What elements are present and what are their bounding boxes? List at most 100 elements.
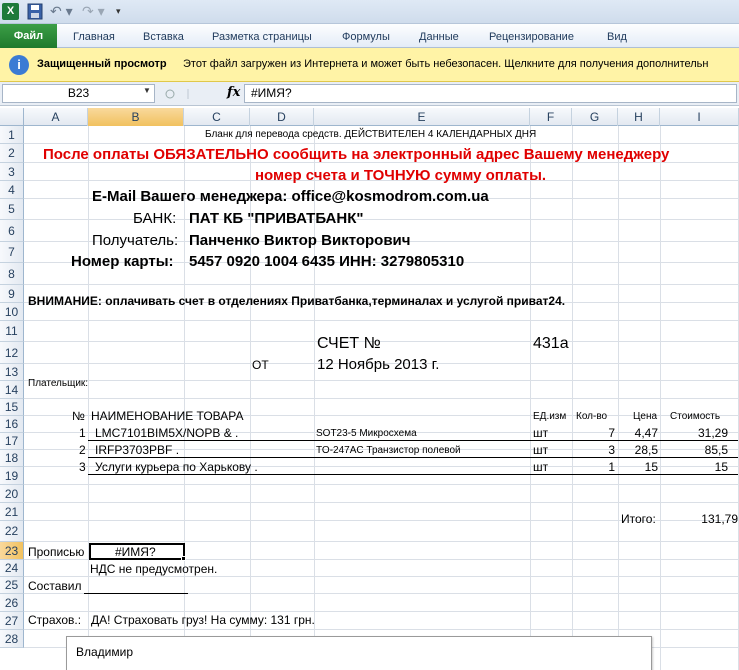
item-no[interactable]: 3: [79, 460, 86, 474]
item-price[interactable]: 15: [618, 460, 658, 474]
tab-page-layout[interactable]: Разметка страницы: [212, 28, 312, 46]
customize-toolbar-icon[interactable]: ▾: [116, 3, 126, 20]
formula-input[interactable]: #ИМЯ?: [244, 84, 737, 103]
tab-review[interactable]: Рецензирование: [489, 28, 574, 46]
row-header-22[interactable]: 22: [0, 521, 24, 542]
cell-recipient-value[interactable]: Панченко Виктор Викторович: [189, 232, 410, 249]
row-header-5[interactable]: 5: [0, 199, 24, 220]
row-header-9[interactable]: 9: [0, 285, 24, 303]
cell-payer-label[interactable]: Плательщик:: [28, 378, 88, 389]
item-desc[interactable]: SOT23-5 Микросхема: [316, 428, 417, 439]
item-qty[interactable]: 3: [572, 443, 615, 457]
save-icon[interactable]: [27, 3, 43, 20]
cell-insurance-label[interactable]: Страхов.:: [28, 613, 81, 627]
insert-function-icon[interactable]: fx: [227, 85, 240, 100]
row-header-13[interactable]: 13: [0, 364, 24, 381]
row-header-3[interactable]: 3: [0, 163, 24, 181]
row-header-26[interactable]: 26: [0, 594, 24, 612]
cell-total-value[interactable]: 131,79: [660, 512, 738, 526]
row-header-25[interactable]: 25: [0, 577, 24, 594]
item-cost[interactable]: 31,29: [660, 426, 728, 440]
row-header-20[interactable]: 20: [0, 485, 24, 503]
item-qty[interactable]: 7: [572, 426, 615, 440]
row-header-7[interactable]: 7: [0, 242, 24, 263]
cell-header-no[interactable]: №: [72, 409, 85, 423]
item-no[interactable]: 2: [79, 443, 86, 457]
row-header-14[interactable]: 14: [0, 381, 24, 399]
selected-cell-b23[interactable]: [89, 543, 185, 560]
cell-r1-notice[interactable]: Бланк для перевода средств. ДЕЙСТВИТЕЛЕН…: [205, 129, 536, 140]
protected-view-message[interactable]: Этот файл загружен из Интернета и может …: [183, 58, 708, 70]
cell-card-label[interactable]: Номер карты:: [71, 253, 174, 270]
cell-attention-text[interactable]: оплачивать счет в отделениях Приватбанка…: [102, 294, 565, 308]
item-desc[interactable]: TO-247AC Транзистор полевой: [316, 445, 461, 456]
chevron-down-icon[interactable]: ▼: [143, 86, 151, 95]
row-header-11[interactable]: 11: [0, 321, 24, 342]
row-header-21[interactable]: 21: [0, 503, 24, 521]
cell-card-value[interactable]: 5457 0920 1004 6435 ИНН: 3279805310: [189, 253, 464, 270]
cell-invoice-label[interactable]: СЧЕТ №: [317, 335, 381, 353]
cell-r3-warning[interactable]: номер счета и ТОЧНУЮ сумму оплаты.: [255, 167, 546, 184]
row-header-12[interactable]: 12: [0, 342, 24, 364]
cell-bank-value[interactable]: ПАТ КБ "ПРИВАТБАНК": [189, 210, 363, 227]
row-header-28[interactable]: 28: [0, 630, 24, 648]
cell-vat-note[interactable]: НДС не предусмотрен.: [90, 562, 217, 576]
item-name[interactable]: Услуги курьера по Харькову .: [95, 460, 258, 474]
item-unit[interactable]: шт: [533, 460, 548, 474]
cell-header-price[interactable]: Цена: [633, 411, 657, 422]
cell-from-label[interactable]: ОТ: [252, 358, 269, 372]
fill-handle[interactable]: [181, 556, 186, 561]
item-unit[interactable]: шт: [533, 443, 548, 457]
row-header-4[interactable]: 4: [0, 181, 24, 199]
excel-app-icon[interactable]: X: [2, 3, 19, 20]
item-name[interactable]: LMC7101BIM5X/NOPB & .: [95, 426, 238, 440]
redo-icon[interactable]: ↷ ▾: [82, 3, 108, 20]
row-header-17[interactable]: 17: [0, 433, 24, 450]
row-header-23[interactable]: 23: [0, 542, 24, 560]
row-header-24[interactable]: 24: [0, 560, 24, 577]
cell-recipient-label[interactable]: Получатель:: [92, 232, 178, 249]
cell-attention-label[interactable]: ВНИМАНИЕ:: [28, 294, 102, 308]
item-price[interactable]: 4,47: [618, 426, 658, 440]
spreadsheet-grid[interactable]: A B C D E F G H I Бланк для перевода сре…: [0, 108, 739, 670]
row-header-18[interactable]: 18: [0, 450, 24, 467]
cell-header-name[interactable]: НАИМЕНОВАНИЕ ТОВАРА: [91, 409, 243, 423]
row-header-10[interactable]: 10: [0, 303, 24, 321]
item-cost[interactable]: 15: [660, 460, 728, 474]
cell-invoice-date[interactable]: 12 Ноябрь 2013 г.: [317, 356, 439, 373]
tab-data[interactable]: Данные: [419, 28, 459, 46]
row-header-19[interactable]: 19: [0, 467, 24, 485]
item-unit[interactable]: шт: [533, 426, 548, 440]
item-no[interactable]: 1: [79, 426, 86, 440]
item-cost[interactable]: 85,5: [660, 443, 728, 457]
row-header-6[interactable]: 6: [0, 220, 24, 242]
cell-insurance-value[interactable]: ДА! Страховать груз! На сумму: 131 грн.: [91, 613, 315, 627]
comment-box[interactable]: Владимир: [66, 636, 652, 670]
tab-file[interactable]: Файл: [0, 24, 57, 48]
cell-r2-warning[interactable]: После оплаты ОБЯЗАТЕЛЬНО сообщить на эле…: [43, 146, 669, 163]
cell-header-cost[interactable]: Стоимость: [670, 411, 720, 422]
cell-total-label[interactable]: Итого:: [621, 512, 656, 526]
undo-icon[interactable]: ↶ ▾: [50, 3, 76, 20]
item-qty[interactable]: 1: [572, 460, 615, 474]
tab-formulas[interactable]: Формулы: [342, 28, 390, 46]
name-box[interactable]: B23: [2, 84, 155, 103]
cell-words-label[interactable]: Прописью: [28, 545, 84, 559]
row-header-27[interactable]: 27: [0, 612, 24, 630]
row-header-1[interactable]: 1: [0, 126, 24, 144]
cell-header-unit[interactable]: ЕД.изм: [533, 411, 566, 422]
row-header-15[interactable]: 15: [0, 399, 24, 416]
cell-compiled-label[interactable]: Составил: [28, 579, 81, 593]
row-header-16[interactable]: 16: [0, 416, 24, 433]
protected-view-bar[interactable]: i Защищенный просмотр Этот файл загружен…: [0, 48, 739, 82]
tab-home[interactable]: Главная: [73, 28, 115, 46]
item-name[interactable]: IRFP3703PBF .: [95, 443, 179, 457]
row-header-2[interactable]: 2: [0, 144, 24, 163]
cell-manager-email[interactable]: E-Mail Вашего менеджера: office@kosmodro…: [92, 188, 489, 205]
tab-view[interactable]: Вид: [607, 28, 627, 46]
tab-insert[interactable]: Вставка: [143, 28, 184, 46]
cell-bank-label[interactable]: БАНК:: [133, 210, 176, 227]
item-price[interactable]: 28,5: [618, 443, 658, 457]
cell-header-qty[interactable]: Кол-во: [576, 411, 607, 422]
row-header-8[interactable]: 8: [0, 263, 24, 285]
